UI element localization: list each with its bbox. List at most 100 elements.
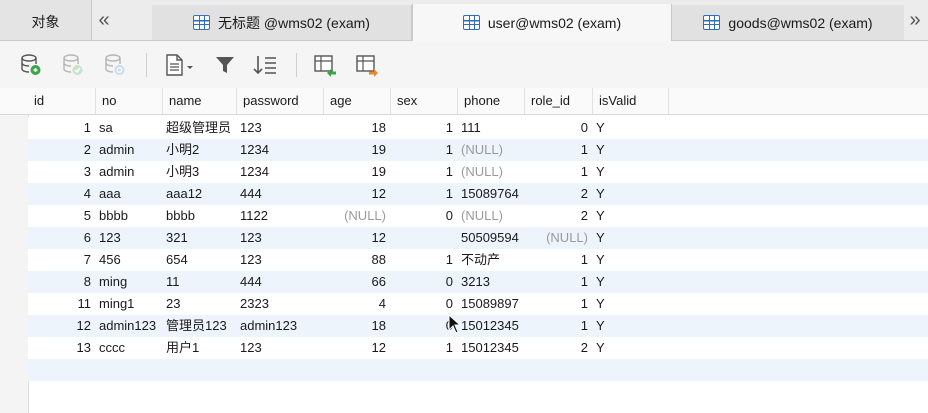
cell-phone[interactable]: 15012345 — [457, 337, 524, 359]
cell-age[interactable]: 12 — [323, 227, 390, 249]
cell-password[interactable]: admin123 — [236, 315, 323, 337]
cell-id[interactable]: 13 — [28, 337, 95, 359]
cell-no[interactable]: 456 — [95, 249, 162, 271]
tab-goods-table[interactable]: goods@wms02 (exam) — [672, 5, 904, 40]
cell-is-valid[interactable]: Y — [592, 139, 668, 161]
cell-age[interactable]: 19 — [323, 139, 390, 161]
cell-sex[interactable]: 0 — [390, 293, 457, 315]
cell-phone[interactable]: (NULL) — [457, 139, 524, 161]
cell-sex[interactable]: 0 — [390, 271, 457, 293]
cell-role-id[interactable]: 2 — [524, 205, 592, 227]
cell-no[interactable]: 123 — [95, 227, 162, 249]
more-tabs-icon[interactable]: » — [904, 10, 926, 30]
cell-sex[interactable] — [390, 227, 457, 249]
cell-password[interactable]: 444 — [236, 271, 323, 293]
cell-is-valid[interactable]: Y — [592, 293, 668, 315]
cell-role-id[interactable]: 1 — [524, 293, 592, 315]
cell-age[interactable]: 4 — [323, 293, 390, 315]
cell-phone[interactable]: 15089764 — [457, 183, 524, 205]
cell-id[interactable]: 11 — [28, 293, 95, 315]
cell-age[interactable]: 66 — [323, 271, 390, 293]
table-row[interactable]: 2 admin 小明2 1234 19 1 (NULL) 1 Y — [28, 139, 928, 161]
cell-name[interactable]: 11 — [162, 271, 236, 293]
cell-name[interactable]: bbbb — [162, 205, 236, 227]
cell-id[interactable]: 1 — [28, 117, 95, 139]
cell-password[interactable]: 1122 — [236, 205, 323, 227]
cell-id[interactable]: 3 — [28, 161, 95, 183]
cell-name[interactable]: 超级管理员 — [162, 117, 236, 139]
cell-id[interactable]: 8 — [28, 271, 95, 293]
cell-id[interactable]: 2 — [28, 139, 95, 161]
cell-age[interactable]: 18 — [323, 315, 390, 337]
cell-role-id[interactable]: 2 — [524, 337, 592, 359]
column-header-age[interactable]: age — [323, 88, 390, 114]
column-header-password[interactable]: password — [236, 88, 323, 114]
cell-is-valid[interactable]: Y — [592, 249, 668, 271]
cell-no[interactable]: admin123 — [95, 315, 162, 337]
cell-phone[interactable]: 15012345 — [457, 315, 524, 337]
table-row[interactable]: 7 456 654 123 88 1 不动产 1 Y — [28, 249, 928, 271]
cell-phone[interactable]: 15089897 — [457, 293, 524, 315]
cell-no[interactable]: cccc — [95, 337, 162, 359]
cell-age[interactable]: (NULL) — [323, 205, 390, 227]
table-row[interactable]: 13 cccc 用户1 123 12 1 15012345 2 Y — [28, 337, 928, 359]
cell-name[interactable]: 小明2 — [162, 139, 236, 161]
cell-password[interactable]: 2323 — [236, 293, 323, 315]
tab-user-table[interactable]: user@wms02 (exam) — [412, 4, 672, 41]
cell-password[interactable]: 123 — [236, 227, 323, 249]
cell-name[interactable]: 654 — [162, 249, 236, 271]
cell-id[interactable]: 5 — [28, 205, 95, 227]
cell-name[interactable]: 321 — [162, 227, 236, 249]
cell-role-id[interactable]: 1 — [524, 139, 592, 161]
cell-role-id[interactable]: 2 — [524, 183, 592, 205]
column-header-is-valid[interactable]: isValid — [592, 88, 668, 114]
cell-phone[interactable]: (NULL) — [457, 205, 524, 227]
table-row[interactable]: 4 aaa aaa12 444 12 1 15089764 2 Y — [28, 183, 928, 205]
column-header-no[interactable]: no — [95, 88, 162, 114]
cell-id[interactable]: 6 — [28, 227, 95, 249]
table-row[interactable]: 12admin123管理员123admin123180150123451Y — [28, 315, 928, 337]
cell-is-valid[interactable]: Y — [592, 337, 668, 359]
collapse-tabs-icon[interactable]: « — [94, 10, 114, 30]
table-row[interactable]: 6 123 321 123 12 50509594 (NULL) Y — [28, 227, 928, 249]
refresh-icon[interactable] — [102, 52, 128, 78]
cell-no[interactable]: admin — [95, 161, 162, 183]
cell-sex[interactable]: 1 — [390, 161, 457, 183]
cell-password[interactable]: 444 — [236, 183, 323, 205]
cell-name[interactable]: 用户1 — [162, 337, 236, 359]
column-header-id[interactable]: id — [28, 88, 95, 114]
cell-age[interactable]: 12 — [323, 337, 390, 359]
cell-is-valid[interactable]: Y — [592, 227, 668, 249]
import-icon[interactable] — [312, 52, 338, 78]
tab-untitled-query[interactable]: 无标题 @wms02 (exam) — [152, 5, 412, 40]
cell-is-valid[interactable]: Y — [592, 183, 668, 205]
cell-is-valid[interactable]: Y — [592, 205, 668, 227]
cell-role-id[interactable]: 1 — [524, 249, 592, 271]
cell-password[interactable]: 123 — [236, 337, 323, 359]
cell-phone[interactable]: 不动产 — [457, 249, 524, 271]
cell-no[interactable]: bbbb — [95, 205, 162, 227]
cell-password[interactable]: 123 — [236, 249, 323, 271]
table-row[interactable]: 1 sa 超级管理员 123 18 1 111 0 Y — [28, 117, 928, 139]
cell-phone[interactable]: 50509594 — [457, 227, 524, 249]
cell-name[interactable]: 管理员123 — [162, 315, 236, 337]
cell-age[interactable]: 88 — [323, 249, 390, 271]
table-row[interactable]: 8 ming 11 444 66 0 3213 1 Y — [28, 271, 928, 293]
cell-id[interactable]: 4 — [28, 183, 95, 205]
row-selector-column[interactable] — [0, 88, 29, 413]
cell-name[interactable]: aaa12 — [162, 183, 236, 205]
save-record-icon[interactable] — [60, 52, 86, 78]
cell-is-valid[interactable]: Y — [592, 117, 668, 139]
table-row[interactable]: 11 ming1 23 2323 4 0 15089897 1 Y — [28, 293, 928, 315]
sort-icon[interactable] — [252, 52, 278, 78]
cell-no[interactable]: ming1 — [95, 293, 162, 315]
cell-no[interactable]: sa — [95, 117, 162, 139]
column-header-sex[interactable]: sex — [390, 88, 457, 114]
cell-sex[interactable]: 0 — [390, 315, 457, 337]
cell-name[interactable]: 小明3 — [162, 161, 236, 183]
cell-sex[interactable]: 1 — [390, 249, 457, 271]
column-header-name[interactable]: name — [162, 88, 236, 114]
cell-role-id[interactable]: 1 — [524, 271, 592, 293]
cell-password[interactable]: 1234 — [236, 161, 323, 183]
export-icon[interactable] — [354, 52, 380, 78]
